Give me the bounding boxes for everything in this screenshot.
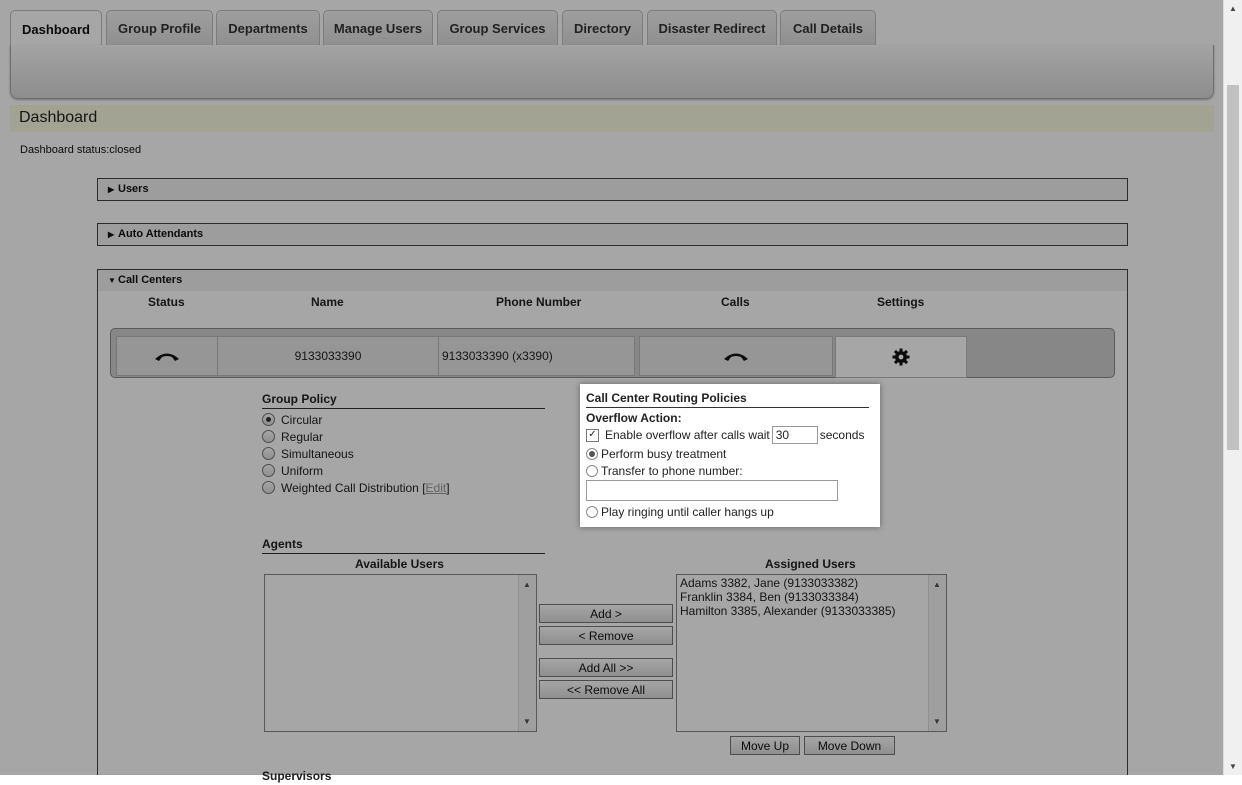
enable-overflow-checkbox[interactable]: ✓	[586, 428, 599, 442]
play-ringing-label: Play ringing until caller hangs up	[601, 504, 774, 519]
window-scrollbar[interactable]: ▲ ▼	[1223, 0, 1242, 775]
wait-seconds-input[interactable]: 30	[771, 426, 818, 444]
radio-busy-treatment[interactable]	[586, 447, 598, 460]
scroll-up-icon[interactable]: ▲	[1229, 4, 1237, 13]
scrollbar-thumb[interactable]	[1227, 85, 1239, 450]
overflow-action-heading: Overflow Action:	[586, 411, 682, 425]
transfer-option[interactable]: Transfer to phone number:	[586, 462, 869, 479]
busy-treatment-option[interactable]: Perform busy treatment	[586, 445, 869, 462]
busy-treatment-label: Perform busy treatment	[601, 446, 727, 461]
routing-policies-popup: Call Center Routing Policies Overflow Ac…	[580, 384, 880, 527]
routing-policies-heading: Call Center Routing Policies	[586, 391, 869, 408]
enable-overflow-row: ✓ Enable overflow after calls wait 30 se…	[586, 425, 869, 445]
radio-play-ringing[interactable]	[586, 505, 598, 518]
transfer-label: Transfer to phone number:	[601, 463, 743, 478]
radio-transfer[interactable]	[586, 464, 598, 477]
seconds-label: seconds	[819, 428, 865, 442]
transfer-phone-input[interactable]	[586, 480, 838, 501]
play-ringing-option[interactable]: Play ringing until caller hangs up	[586, 502, 869, 521]
enable-overflow-label: Enable overflow after calls wait	[605, 428, 770, 442]
scroll-down-icon[interactable]: ▼	[1229, 762, 1237, 771]
